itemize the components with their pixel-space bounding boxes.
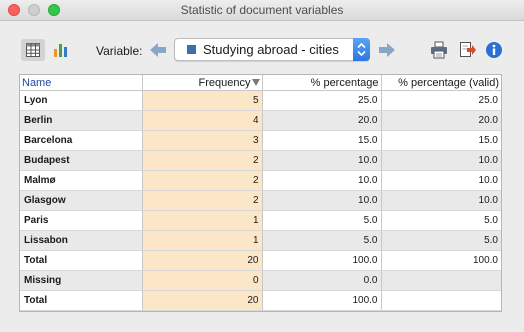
table-row[interactable]: Lissabon 1 5.0 5.0: [20, 230, 501, 251]
cell-percentage-valid: 10.0: [381, 150, 501, 171]
variable-select[interactable]: Studying abroad - cities: [174, 38, 370, 61]
info-button[interactable]: [483, 39, 505, 61]
cell-percentage-valid: 10.0: [381, 170, 501, 191]
next-variable-button[interactable]: [377, 40, 397, 60]
cell-percentage-valid: 15.0: [381, 130, 501, 151]
cell-percentage-valid: 20.0: [381, 110, 501, 131]
cell-percentage-valid: [381, 290, 501, 311]
table-row[interactable]: Berlin 4 20.0 20.0: [20, 110, 501, 131]
cell-percentage: 10.0: [262, 190, 382, 211]
cell-name: Lyon: [20, 90, 143, 111]
variable-color-swatch: [187, 45, 196, 54]
cell-percentage-valid: 100.0: [381, 250, 501, 271]
cell-percentage: 5.0: [262, 210, 382, 231]
table-row[interactable]: Lyon 5 25.0 25.0: [20, 90, 501, 111]
cell-percentage: 100.0: [262, 250, 382, 271]
column-header-percentage-valid[interactable]: % percentage (valid): [381, 75, 501, 91]
table-icon: [26, 43, 40, 57]
cell-frequency: 5: [142, 90, 263, 111]
previous-variable-button[interactable]: [148, 40, 168, 60]
column-header-label: Name: [22, 76, 52, 89]
sort-down-icon: [251, 79, 260, 87]
table-row[interactable]: Budapest 2 10.0 10.0: [20, 150, 501, 171]
arrow-left-icon: [150, 43, 166, 57]
arrow-right-icon: [379, 43, 395, 57]
column-header-name[interactable]: Name: [20, 75, 143, 91]
cell-frequency: 20: [142, 290, 263, 311]
export-icon: [460, 42, 476, 57]
cell-frequency: 20: [142, 250, 263, 271]
cell-name: Barcelona: [20, 130, 143, 151]
column-header-label: % percentage: [310, 76, 379, 89]
cell-name: Budapest: [20, 150, 143, 171]
select-stepper[interactable]: [353, 38, 370, 61]
cell-percentage-valid: 25.0: [381, 90, 501, 111]
cell-frequency: 2: [142, 150, 263, 171]
cell-name: Malmø: [20, 170, 143, 191]
cell-name: Total: [20, 290, 143, 311]
stepper-icon: [357, 42, 366, 57]
cell-percentage-valid: 10.0: [381, 190, 501, 211]
toolbar: Variable: Studying abroad - cities: [0, 21, 524, 73]
cell-frequency: 2: [142, 190, 263, 211]
printer-icon: [431, 41, 447, 59]
table-row-grand-total[interactable]: Total 20 100.0: [20, 290, 501, 311]
window-title: Statistic of document variables: [180, 3, 344, 17]
cell-frequency: 4: [142, 110, 263, 131]
cell-percentage: 25.0: [262, 90, 382, 111]
variable-select-value: Studying abroad - cities: [203, 42, 339, 57]
title-bar: Statistic of document variables: [0, 0, 524, 21]
cell-percentage-valid: 5.0: [381, 210, 501, 231]
print-button[interactable]: [428, 39, 450, 61]
table-view-button[interactable]: [21, 39, 45, 61]
cell-percentage-valid: [381, 270, 501, 291]
cell-frequency: 1: [142, 210, 263, 231]
cell-percentage: 15.0: [262, 130, 382, 151]
cell-name: Berlin: [20, 110, 143, 131]
table-header-row: Name Frequency % percentage % percentage…: [20, 75, 501, 91]
cell-percentage: 0.0: [262, 270, 382, 291]
column-header-label: % percentage (valid): [398, 76, 499, 89]
info-icon: [486, 42, 502, 58]
cell-frequency: 1: [142, 230, 263, 251]
cell-frequency: 3: [142, 130, 263, 151]
chart-view-button[interactable]: [50, 39, 72, 61]
cell-name: Glasgow: [20, 190, 143, 211]
cell-name: Lissabon: [20, 230, 143, 251]
column-header-percentage[interactable]: % percentage: [262, 75, 382, 91]
cell-name: Total: [20, 250, 143, 271]
column-header-frequency[interactable]: Frequency: [142, 75, 263, 91]
cell-percentage-valid: 5.0: [381, 230, 501, 251]
cell-frequency: 2: [142, 170, 263, 191]
cell-percentage: 10.0: [262, 170, 382, 191]
table-row[interactable]: Malmø 2 10.0 10.0: [20, 170, 501, 191]
cell-frequency: 0: [142, 270, 263, 291]
table-row-missing[interactable]: Missing 0 0.0: [20, 270, 501, 291]
table-row-total[interactable]: Total 20 100.0 100.0: [20, 250, 501, 271]
variable-label: Variable:: [96, 44, 143, 58]
cell-percentage: 20.0: [262, 110, 382, 131]
table-row[interactable]: Paris 1 5.0 5.0: [20, 210, 501, 231]
export-button[interactable]: [457, 39, 479, 61]
cell-percentage: 10.0: [262, 150, 382, 171]
table-row[interactable]: Barcelona 3 15.0 15.0: [20, 130, 501, 151]
cell-percentage: 100.0: [262, 290, 382, 311]
cell-name: Missing: [20, 270, 143, 291]
bar-chart-icon: [54, 44, 67, 57]
column-header-label: Frequency: [198, 76, 251, 89]
statistics-table: Name Frequency % percentage % percentage…: [19, 74, 502, 312]
table-row[interactable]: Glasgow 2 10.0 10.0: [20, 190, 501, 211]
cell-percentage: 5.0: [262, 230, 382, 251]
cell-name: Paris: [20, 210, 143, 231]
